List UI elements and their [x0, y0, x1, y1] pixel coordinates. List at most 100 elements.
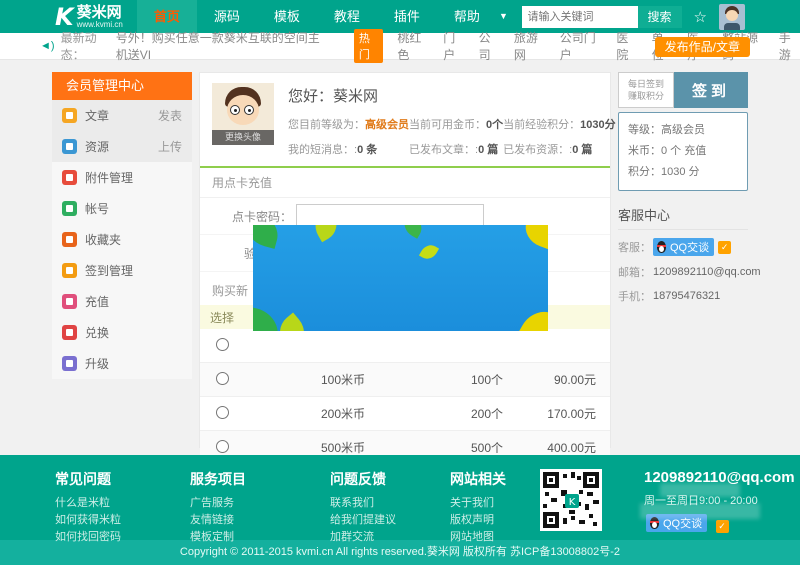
attachment-icon [62, 170, 77, 185]
sidebar-title: 会员管理中心 [52, 72, 192, 100]
footer-link[interactable]: 如何获得米粒 [55, 512, 190, 529]
favorites-icon [62, 232, 77, 247]
footer-link[interactable]: 加群交流 [330, 529, 450, 546]
sidebar-item-upgrade[interactable]: 升级 [52, 348, 192, 379]
account-level: 等级：高级会员 [628, 120, 738, 141]
service-center-title: 客服中心 [618, 205, 748, 230]
tag-link[interactable]: 医院 [616, 29, 637, 63]
profile-stats: 您目前等级为：高级会员 当前可用金币：0个 当前经验积分：1030分 我的短消息… [288, 116, 616, 157]
stat-resources: 已发布资源：:0 篇 [503, 141, 615, 157]
member-main-panel: 更换头像 您好：葵米网 您目前等级为：高级会员 当前可用金币：0个 当前经验积分… [199, 72, 611, 448]
verified-check-icon[interactable]: ✓ [716, 520, 729, 533]
user-avatar[interactable] [719, 4, 745, 30]
service-email[interactable]: 1209892110@qq.com [653, 266, 761, 278]
greeting-text: 您好：葵米网 [288, 85, 616, 106]
publish-action-link[interactable]: 发表 [158, 107, 182, 124]
account-icon [62, 201, 77, 216]
footer-link[interactable]: 版权声明 [450, 512, 540, 529]
notice-text[interactable]: 号外！购买任意一款葵米互联的空间主机送VI [116, 29, 328, 63]
sidebar-item-favorites[interactable]: 收藏夹 [52, 224, 192, 255]
service-email-row: 邮箱：1209892110@qq.com [618, 264, 748, 280]
change-avatar-button[interactable]: 更换头像 [212, 130, 274, 145]
stat-articles: 已发布文章：:0 篇 [409, 141, 503, 157]
sidebar-item-account[interactable]: 帐号 [52, 193, 192, 224]
upload-action-link[interactable]: 上传 [158, 138, 182, 155]
sidebar-item-exchange[interactable]: 兑换 [52, 317, 192, 348]
sidebar-item-checkin[interactable]: 签到管理 [52, 255, 192, 286]
signin-tip: 每日签到赚取积分 [618, 72, 674, 108]
package-radio[interactable] [216, 372, 229, 385]
qq-chat-button[interactable]: QQ交谈 [653, 238, 714, 256]
profile-section: 更换头像 您好：葵米网 您目前等级为：高级会员 当前可用金币：0个 当前经验积分… [200, 73, 610, 157]
package-radio[interactable] [216, 338, 229, 351]
account-points: 积分：1030 分 [628, 162, 738, 183]
article-icon [62, 108, 77, 123]
footer-link[interactable]: 广告服务 [190, 495, 330, 512]
right-rail: 每日签到赚取积分 签到 等级：高级会员 米币：0 个 充值 积分：1030 分 … [618, 72, 748, 304]
watermark [640, 503, 760, 519]
footer-col-feedback: 问题反馈 联系我们 给我们提建议 加群交流 [330, 469, 450, 540]
sidebar-item-attachments[interactable]: 附件管理 [52, 162, 192, 193]
stat-coins: 当前可用金币：0个 [409, 116, 503, 132]
speaker-icon: ◄) [40, 40, 55, 52]
search-box: 搜索 [522, 6, 682, 28]
sidebar-item-resources[interactable]: 资源 上传 [52, 131, 192, 162]
service-phone-row: 手机：18795476321 [618, 288, 748, 304]
footer-link[interactable]: 什么是米粒 [55, 495, 190, 512]
footer-link[interactable]: 友情链接 [190, 512, 330, 529]
stat-level: 您目前等级为：高级会员 [288, 116, 409, 132]
signin-button[interactable]: 签到 [674, 72, 748, 108]
footer-col-site: 网站相关 关于我们 版权声明 网站地图 [450, 469, 540, 540]
table-row[interactable]: 200米币 200个 170.00元 [200, 397, 610, 431]
checkin-icon [62, 263, 77, 278]
resource-icon [62, 139, 77, 154]
search-button[interactable]: 搜索 [638, 6, 682, 28]
package-radio[interactable] [216, 406, 229, 419]
signin-widget: 每日签到赚取积分 签到 [618, 72, 748, 108]
footer-link[interactable]: 关于我们 [450, 495, 540, 512]
favorite-star-icon[interactable]: ☆ [694, 8, 707, 26]
publish-button[interactable]: 发布作品/文章 [655, 37, 750, 57]
tag-link[interactable]: 门户 [443, 29, 464, 63]
watermark [660, 483, 740, 497]
svg-text:K: K [569, 497, 576, 508]
tag-link[interactable]: 旅游网 [514, 29, 546, 63]
sidebar-item-recharge[interactable]: 充值 [52, 286, 192, 317]
qq-penguin-icon [656, 241, 667, 253]
recharge-icon [62, 294, 77, 309]
select-header: 选择 [200, 309, 244, 326]
search-input[interactable] [522, 6, 638, 28]
footer-link[interactable]: 给我们提建议 [330, 512, 450, 529]
footer-col-faq: 常见问题 什么是米粒 如何获得米粒 如何找回密码 [55, 469, 190, 540]
tag-link[interactable]: 手游 [779, 29, 800, 63]
footer-col-services: 服务项目 广告服务 友情链接 模板定制 [190, 469, 330, 540]
chevron-down-icon[interactable]: ▼ [499, 0, 508, 33]
stat-messages: 我的短消息：:0 条 [288, 141, 409, 157]
tag-link[interactable]: 公司门户 [560, 29, 603, 63]
footer-link[interactable]: 网站地图 [450, 529, 540, 546]
promo-banner-image[interactable] [253, 225, 548, 331]
stat-points: 当前经验积分：1030分 [503, 116, 615, 132]
tag-link[interactable]: 公司 [479, 29, 500, 63]
package-radio[interactable] [216, 440, 229, 453]
footer-link[interactable]: 联系我们 [330, 495, 450, 512]
announcement-bar: ◄) 最新动态： 号外！购买任意一款葵米互联的空间主机送VI 热门 桃红色 门户… [0, 33, 800, 60]
footer-link[interactable]: 如何找回密码 [55, 529, 190, 546]
upgrade-icon [62, 356, 77, 371]
account-coin: 米币：0 个 充值 [628, 141, 738, 162]
table-row[interactable]: 100米币 100个 90.00元 [200, 363, 610, 397]
qr-code-image: K [540, 469, 602, 531]
logo-k-icon: K [55, 5, 71, 29]
recharge-link[interactable]: 充值 [684, 145, 706, 157]
table-row[interactable] [200, 329, 610, 363]
tag-link[interactable]: 桃红色 [397, 29, 429, 63]
footer-link[interactable]: 模板定制 [190, 529, 330, 546]
profile-avatar[interactable]: 更换头像 [212, 83, 274, 145]
site-logo[interactable]: K 葵米网 www.kvmi.cn [55, 5, 123, 29]
verified-check-icon[interactable]: ✓ [718, 241, 731, 254]
service-phone: 18795476321 [653, 290, 720, 302]
page-body: 会员管理中心 文章 发表 资源 上传 附件管理 帐号 收藏夹 签到管理 [0, 60, 800, 455]
sidebar-item-articles[interactable]: 文章 发表 [52, 100, 192, 131]
exchange-icon [62, 325, 77, 340]
hot-badge[interactable]: 热门 [354, 29, 384, 63]
